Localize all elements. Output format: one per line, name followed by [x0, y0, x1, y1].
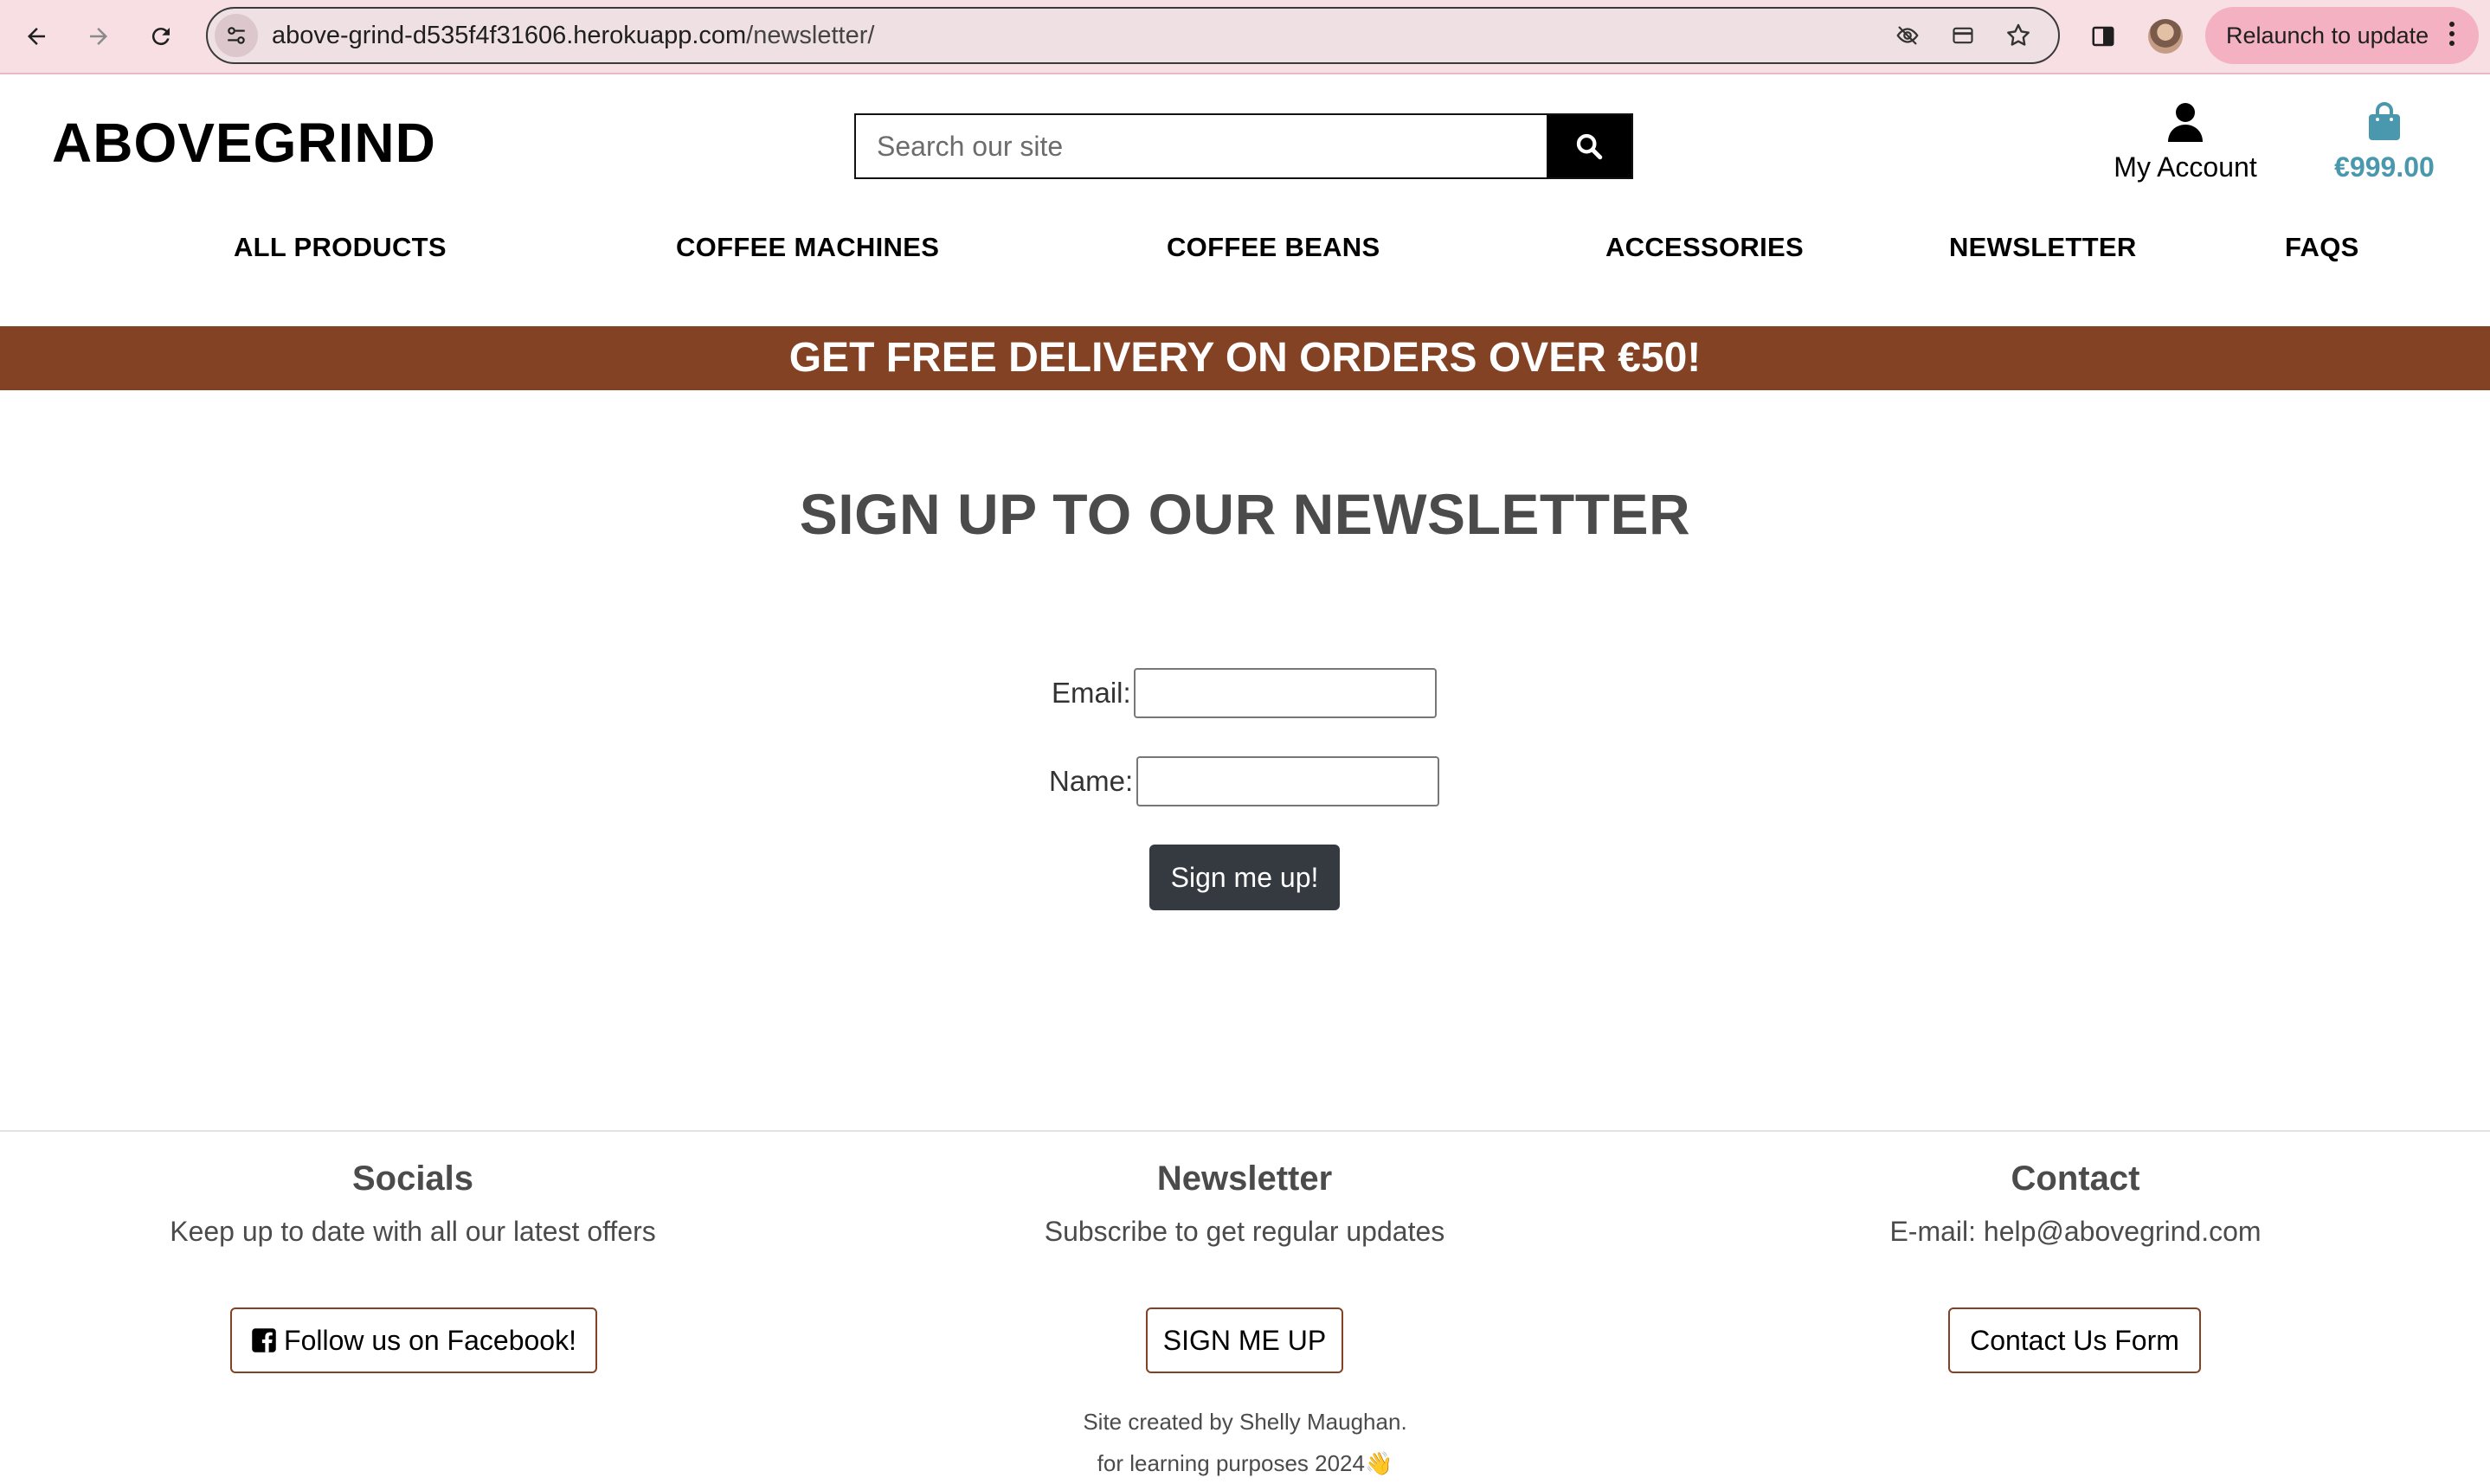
profile-avatar[interactable]	[2148, 19, 2183, 54]
credit-line-2: for learning purposes 2024👋	[1097, 1450, 1393, 1476]
facebook-icon	[252, 1328, 276, 1352]
url-path: /newsletter/	[746, 22, 875, 49]
socials-heading: Socials	[351, 1160, 474, 1198]
search-input[interactable]	[856, 115, 1547, 177]
shopping-bag-link[interactable]: €999.00	[2319, 102, 2449, 183]
back-button[interactable]	[16, 16, 57, 57]
contact-us-form-button[interactable]: Contact Us Form	[1948, 1307, 2201, 1373]
reload-icon	[151, 28, 170, 46]
name-label: Name:	[1049, 765, 1134, 797]
name-row: Name:	[1049, 756, 1439, 806]
search-icon	[1576, 133, 1603, 160]
newsletter-heading: Newsletter	[1156, 1160, 1333, 1198]
name-field[interactable]	[1136, 756, 1439, 806]
contact-text: E-mail: help@abovegrind.com	[1889, 1216, 2262, 1247]
facebook-button-label: Follow us on Facebook!	[284, 1324, 576, 1356]
url-host: above-grind-d535f4f31606.herokuapp.com	[272, 22, 747, 49]
site-info-button[interactable]	[215, 14, 258, 57]
relaunch-button[interactable]: Relaunch to update	[2205, 7, 2479, 64]
url-text: above-grind-d535f4f31606.herokuapp.com/n…	[272, 9, 874, 62]
browser-toolbar: above-grind-d535f4f31606.herokuapp.com/n…	[0, 0, 2490, 74]
kebab-menu-icon	[2448, 22, 2456, 49]
address-bar[interactable]: above-grind-d535f4f31606.herokuapp.com/n…	[206, 7, 2060, 64]
nav-faqs[interactable]: FAQS	[2285, 232, 2359, 263]
eye-off-icon[interactable]	[1890, 20, 1925, 51]
arrow-right-icon	[90, 28, 107, 45]
newsletter-text: Subscribe to get regular updates	[1044, 1216, 1445, 1247]
search-button[interactable]	[1547, 115, 1631, 177]
email-field[interactable]	[1134, 668, 1437, 718]
delivery-banner: GET FREE DELIVERY ON ORDERS OVER €50!	[0, 326, 2490, 390]
forward-button[interactable]	[78, 16, 119, 57]
nav-coffee-beans[interactable]: COFFEE BEANS	[1167, 232, 1380, 263]
bag-total: €999.00	[2334, 151, 2435, 183]
shopping-bag-icon	[2369, 102, 2400, 140]
my-account-label: My Account	[2114, 151, 2257, 183]
nav-coffee-machines[interactable]: COFFEE MACHINES	[676, 232, 939, 263]
email-row: Email:	[1052, 668, 1437, 718]
tune-icon	[228, 27, 245, 44]
star-icon[interactable]	[2001, 20, 2036, 51]
reload-button[interactable]	[140, 16, 182, 57]
search-form	[854, 113, 1633, 179]
footer-sign-me-up-button[interactable]: SIGN ME UP	[1146, 1307, 1343, 1373]
footer-socials: Socials Keep up to date with all our lat…	[23, 1156, 802, 1250]
user-icon	[2168, 103, 2203, 142]
contact-heading: Contact	[2011, 1160, 2140, 1198]
main-nav: ALL PRODUCTS COFFEE MACHINES COFFEE BEAN…	[0, 232, 2490, 267]
facebook-button[interactable]: Follow us on Facebook!	[230, 1307, 597, 1373]
email-label: Email:	[1052, 677, 1131, 709]
sign-me-up-button[interactable]: Sign me up!	[1149, 845, 1340, 910]
nav-accessories[interactable]: ACCESSORIES	[1605, 232, 1804, 263]
nav-all-products[interactable]: ALL PRODUCTS	[234, 232, 447, 263]
socials-text: Keep up to date with all our latest offe…	[170, 1216, 656, 1247]
nav-newsletter[interactable]: NEWSLETTER	[1949, 232, 2137, 263]
relaunch-label: Relaunch to update	[2226, 22, 2429, 48]
card-icon[interactable]	[1946, 20, 1980, 51]
arrow-left-icon	[28, 28, 45, 45]
site-logo[interactable]: ABOVEGRIND	[52, 111, 436, 175]
side-panel-icon[interactable]	[2084, 17, 2122, 55]
footer-divider	[0, 1130, 2490, 1132]
credit-line-1: Site created by Shelly Maughan.	[1083, 1409, 1407, 1435]
footer-contact: Contact E-mail: help@abovegrind.com	[1686, 1156, 2465, 1250]
footer-newsletter: Newsletter Subscribe to get regular upda…	[855, 1156, 1634, 1250]
my-account-link[interactable]: My Account	[2094, 102, 2276, 183]
page-title: SIGN UP TO OUR NEWSLETTER	[799, 482, 1691, 546]
